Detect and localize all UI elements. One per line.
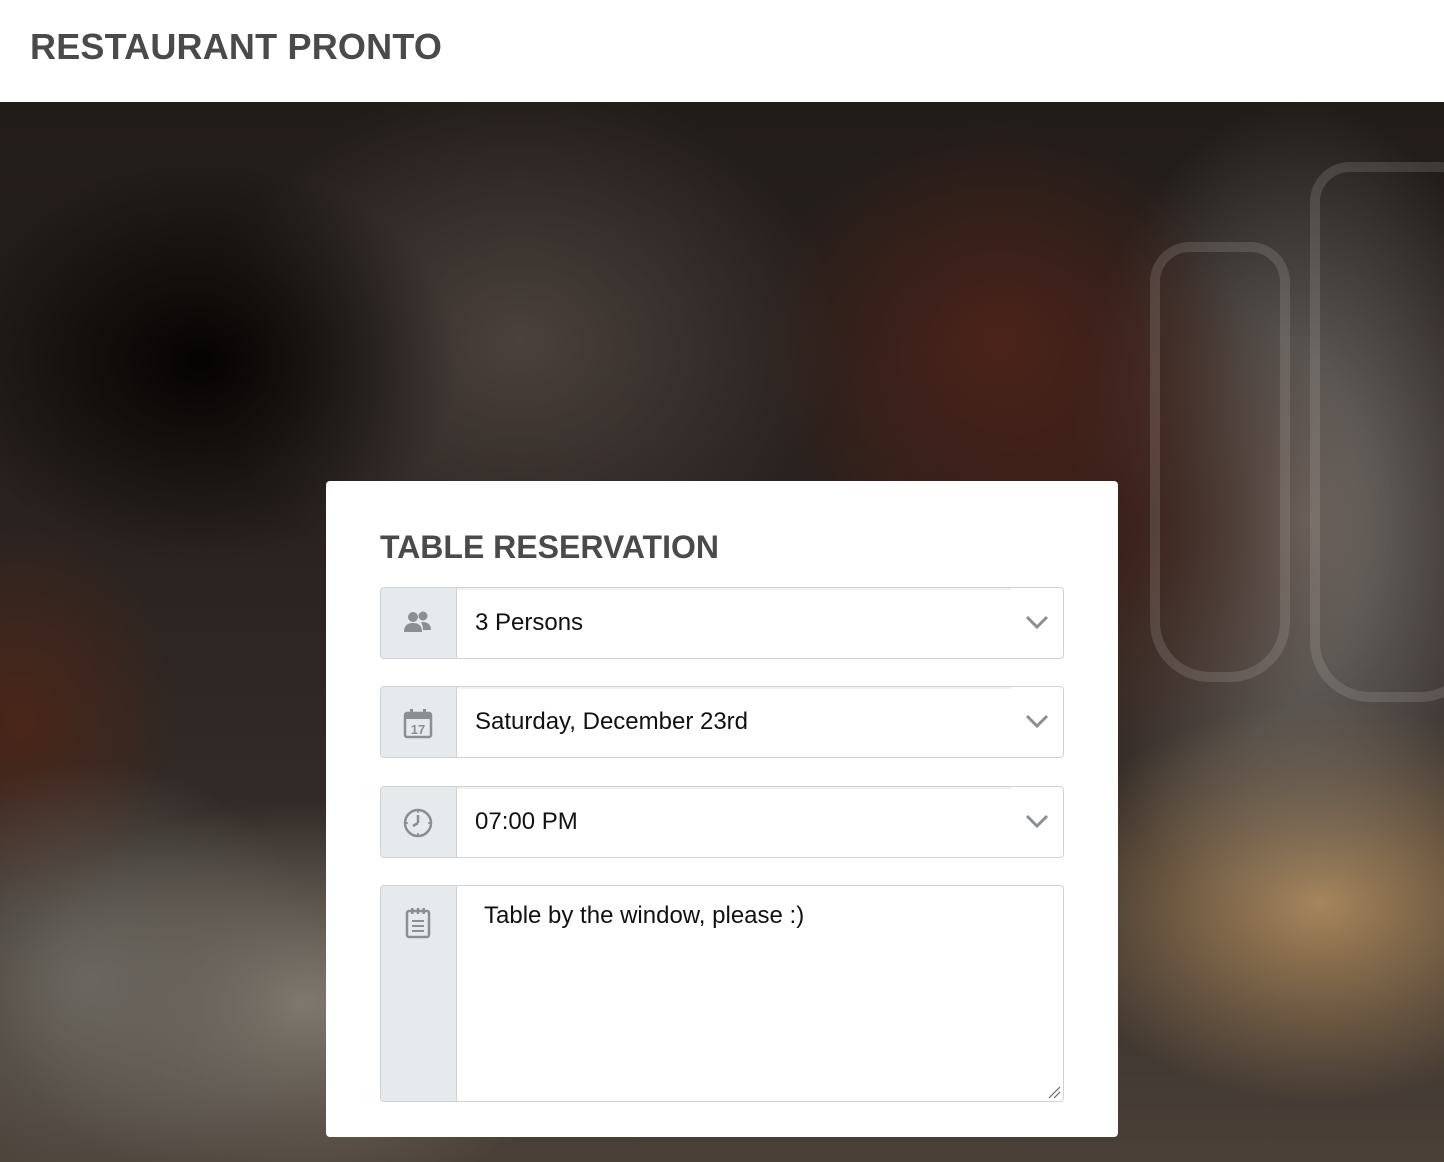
wine-glass-decoration <box>1150 242 1290 682</box>
hero-background: TABLE RESERVATION 3 Persons 17 Saturday,… <box>0 102 1444 1162</box>
time-value: 07:00 PM <box>475 808 578 835</box>
notepad-icon <box>405 908 431 939</box>
chevron-down-icon <box>1025 615 1049 630</box>
notes-textarea[interactable]: Table by the window, please :) <box>380 885 1064 1102</box>
calendar-icon: 17 <box>403 709 433 739</box>
clock-icon <box>403 808 433 838</box>
guests-value: 3 Persons <box>475 609 584 636</box>
date-addon: 17 <box>381 687 457 757</box>
wine-glass-decoration <box>1310 162 1444 702</box>
time-select[interactable]: 07:00 PM <box>380 786 1064 858</box>
resize-handle-icon[interactable] <box>1045 1083 1061 1099</box>
chevron-down-icon <box>1025 714 1049 729</box>
reservation-title: TABLE RESERVATION <box>380 529 719 565</box>
users-icon <box>404 611 431 632</box>
time-addon <box>381 787 457 857</box>
date-select[interactable]: 17 Saturday, December 23rd <box>380 686 1064 758</box>
reservation-card: TABLE RESERVATION 3 Persons 17 Saturday,… <box>326 481 1118 1137</box>
guests-select[interactable]: 3 Persons <box>380 587 1064 659</box>
svg-text:17: 17 <box>411 722 425 737</box>
site-header: RESTAURANT PRONTO <box>0 0 1444 102</box>
notes-addon <box>381 886 457 1101</box>
chevron-down-icon <box>1025 814 1049 829</box>
guests-addon <box>381 588 457 658</box>
brand-logo-text[interactable]: RESTAURANT PRONTO <box>30 26 442 68</box>
notes-value: Table by the window, please :) <box>484 902 805 929</box>
date-value: Saturday, December 23rd <box>475 708 749 735</box>
